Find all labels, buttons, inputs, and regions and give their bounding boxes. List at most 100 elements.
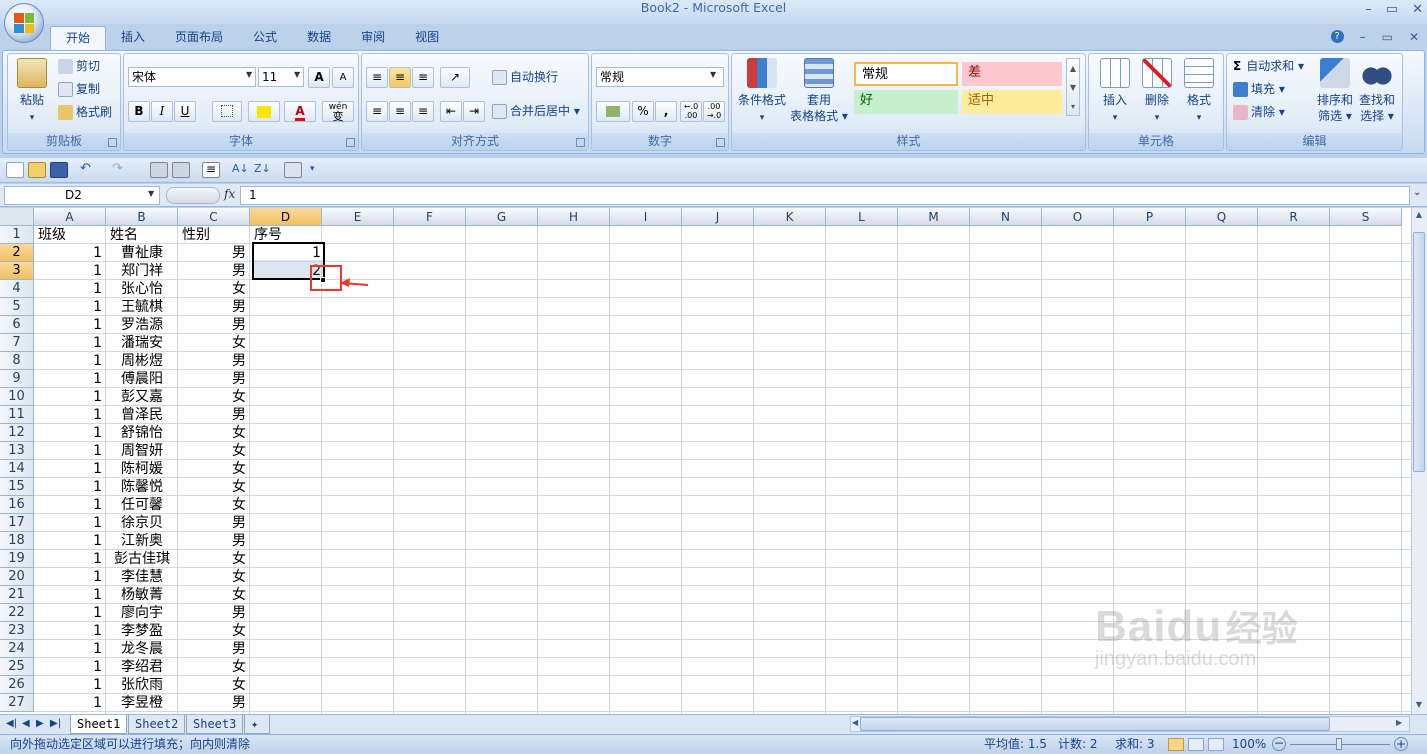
cell-name[interactable]: 李绍君 (106, 658, 178, 676)
cell-gender[interactable]: 男 (178, 370, 250, 388)
row-header-11[interactable]: 11 (0, 406, 34, 424)
decrease-indent-button[interactable]: ⇤ (440, 101, 462, 122)
font-color-button[interactable]: A (284, 101, 316, 122)
phonetic-button[interactable]: wén 变 (322, 101, 354, 122)
copy-button[interactable]: 复制 (58, 81, 100, 97)
horizontal-scroll-thumb[interactable] (860, 717, 1330, 731)
sort-descending-icon[interactable]: Z↓ (254, 162, 272, 178)
column-header-q[interactable]: Q (1186, 208, 1258, 226)
percent-button[interactable]: % (632, 101, 654, 122)
cell-name[interactable]: 彭古佳琪 (106, 550, 178, 568)
column-header-c[interactable]: C (178, 208, 250, 226)
cell-name[interactable]: 陈馨悦 (106, 478, 178, 496)
format-painter-button[interactable]: 格式刷 (58, 104, 112, 120)
tab-formulas[interactable]: 公式 (238, 26, 292, 50)
cell-gender[interactable]: 男 (178, 352, 250, 370)
office-button[interactable] (4, 3, 44, 43)
cell-class[interactable]: 1 (34, 604, 106, 622)
column-header-e[interactable]: E (322, 208, 394, 226)
currency-button[interactable] (596, 101, 630, 122)
customize-icon[interactable] (284, 162, 302, 178)
align-left-button[interactable]: ≡ (366, 101, 388, 122)
row-header-26[interactable]: 26 (0, 676, 34, 694)
row-header-9[interactable]: 9 (0, 370, 34, 388)
cell-name[interactable]: 潘瑞安 (106, 334, 178, 352)
ribbon-close-icon[interactable]: ✕ (1409, 30, 1419, 44)
cell-name[interactable]: 徐京贝 (106, 514, 178, 532)
row-header-24[interactable]: 24 (0, 640, 34, 658)
row-header-8[interactable]: 8 (0, 352, 34, 370)
cell-class[interactable]: 1 (34, 460, 106, 478)
cell-gender[interactable]: 男 (178, 244, 250, 262)
print-preview-icon[interactable] (172, 162, 190, 178)
cell-class[interactable]: 1 (34, 316, 106, 334)
normal-view-icon[interactable] (1168, 738, 1184, 751)
sort-filter-button[interactable]: 排序和 筛选 ▾ (1315, 58, 1355, 124)
cell-class[interactable]: 1 (34, 586, 106, 604)
scroll-down-icon[interactable]: ▼ (1413, 700, 1425, 710)
cell-gender[interactable]: 女 (178, 334, 250, 352)
cell-gender[interactable]: 男 (178, 514, 250, 532)
cell-class[interactable]: 1 (34, 550, 106, 568)
tab-page-layout[interactable]: 页面布局 (160, 26, 238, 50)
cell-gender[interactable]: 女 (178, 550, 250, 568)
print-icon[interactable] (150, 162, 168, 178)
cell-gender[interactable]: 男 (178, 406, 250, 424)
row-header-10[interactable]: 10 (0, 388, 34, 406)
merge-center-button[interactable]: 合并后居中 ▾ (492, 103, 580, 119)
column-header-r[interactable]: R (1258, 208, 1330, 226)
scroll-up-icon[interactable]: ▲ (1413, 210, 1425, 220)
cell-gender[interactable]: 男 (178, 532, 250, 550)
column-header-f[interactable]: F (394, 208, 466, 226)
select-all-button[interactable] (0, 208, 34, 226)
tab-data[interactable]: 数据 (292, 26, 346, 50)
style-normal[interactable]: 常规 (854, 62, 958, 86)
zoom-level[interactable]: 100% (1232, 735, 1266, 753)
borders-button[interactable] (212, 101, 242, 122)
cell-gender[interactable]: 男 (178, 262, 250, 280)
cell-class[interactable]: 1 (34, 658, 106, 676)
row-header-20[interactable]: 20 (0, 568, 34, 586)
cell-class[interactable]: 1 (34, 388, 106, 406)
conditional-formatting-button[interactable]: 条件格式 ▾ (736, 58, 788, 126)
insert-cells-button[interactable]: 插入 ▾ (1095, 58, 1135, 126)
cell-class[interactable]: 1 (34, 298, 106, 316)
cell-gender[interactable]: 女 (178, 424, 250, 442)
row-header-18[interactable]: 18 (0, 532, 34, 550)
row-header-5[interactable]: 5 (0, 298, 34, 316)
number-format-select[interactable]: 常规 (596, 67, 724, 87)
cell-class[interactable]: 1 (34, 370, 106, 388)
column-header-a[interactable]: A (34, 208, 106, 226)
new-file-icon[interactable] (6, 162, 24, 178)
cell-name[interactable]: 曹祉康 (106, 244, 178, 262)
sort-ascending-icon[interactable]: A↓ (232, 162, 250, 178)
cell-name[interactable]: 龙冬晨 (106, 640, 178, 658)
style-bad[interactable]: 差 (962, 62, 1062, 86)
cell-name[interactable]: 傅晨阳 (106, 370, 178, 388)
scroll-left-icon[interactable]: ◀ (852, 718, 858, 727)
cell-class[interactable]: 1 (34, 334, 106, 352)
row-header-2[interactable]: 2 (0, 244, 34, 262)
cell-class[interactable]: 1 (34, 622, 106, 640)
tab-review[interactable]: 审阅 (346, 26, 400, 50)
cell-gender[interactable]: 女 (178, 658, 250, 676)
cell-gender[interactable]: 女 (178, 478, 250, 496)
row-header-23[interactable]: 23 (0, 622, 34, 640)
insert-sheet-icon[interactable]: ✦ (244, 715, 270, 734)
align-top-button[interactable]: ≡ (366, 67, 388, 88)
cell-class[interactable]: 1 (34, 244, 106, 262)
open-folder-icon[interactable] (28, 162, 46, 178)
cell-class[interactable]: 1 (34, 496, 106, 514)
delete-cells-button[interactable]: 删除 ▾ (1137, 58, 1177, 126)
italic-button[interactable]: I (151, 101, 173, 122)
cell-class[interactable]: 1 (34, 442, 106, 460)
next-sheet-icon[interactable]: ▶ (36, 718, 44, 729)
column-header-n[interactable]: N (970, 208, 1042, 226)
row-header-25[interactable]: 25 (0, 658, 34, 676)
column-header-m[interactable]: M (898, 208, 970, 226)
formula-expand-handle[interactable] (166, 187, 220, 204)
row-header-27[interactable]: 27 (0, 694, 34, 712)
sheet-tab-sheet1[interactable]: Sheet1 (70, 715, 128, 734)
row-header-14[interactable]: 14 (0, 460, 34, 478)
cell-class[interactable]: 1 (34, 352, 106, 370)
